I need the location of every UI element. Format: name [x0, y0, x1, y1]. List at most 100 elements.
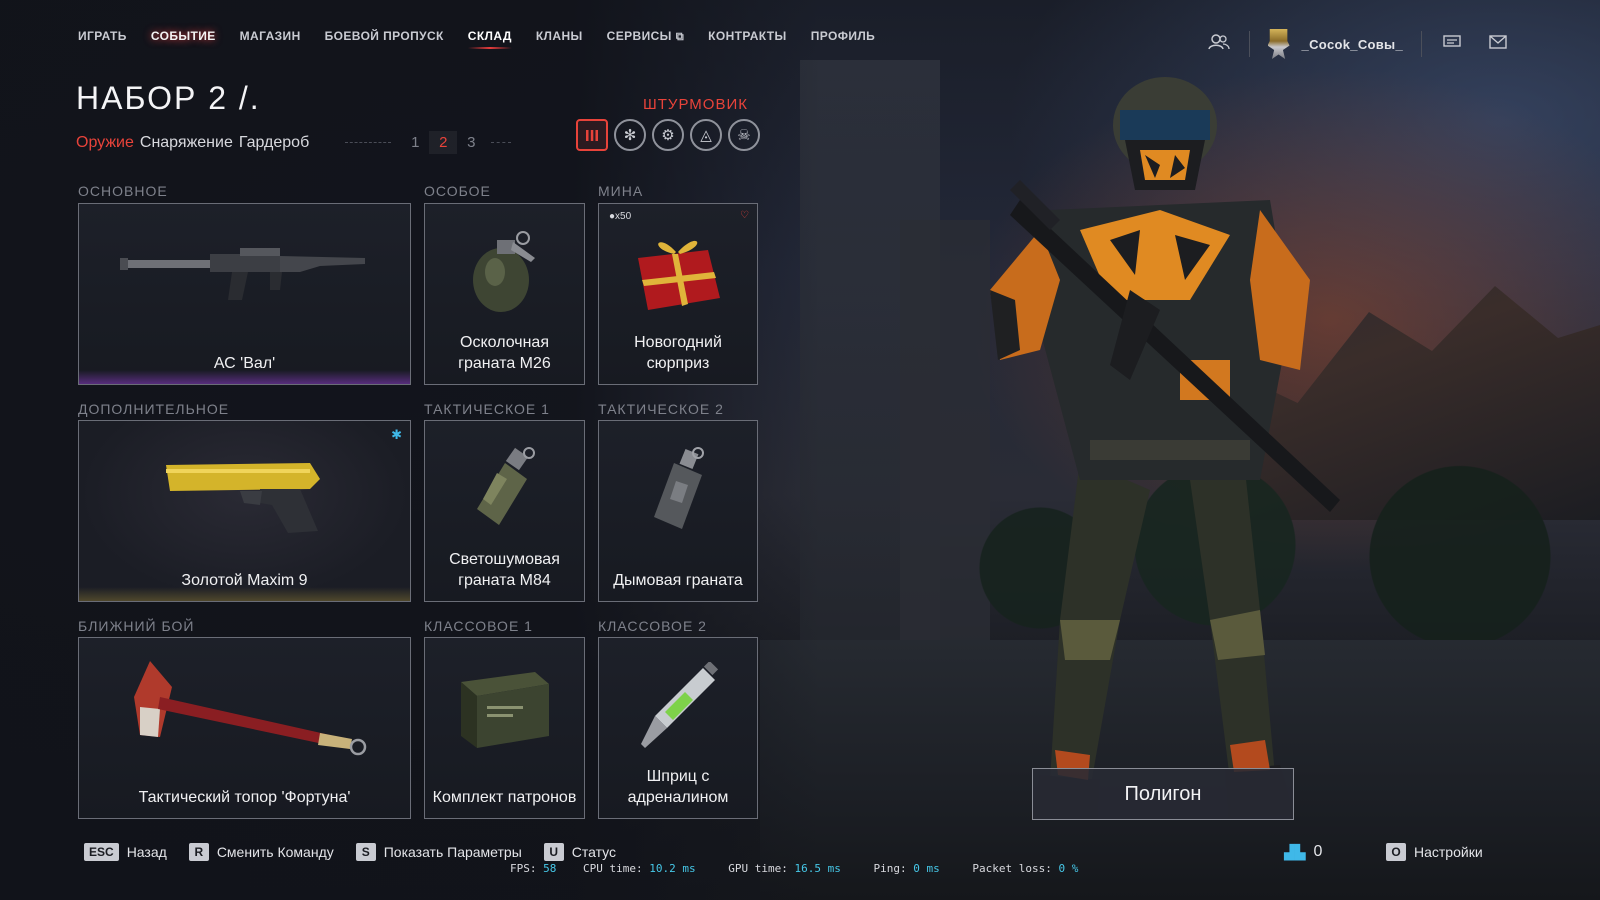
settings-label: Настройки	[1414, 844, 1483, 860]
nav-shop[interactable]: МАГАЗИН	[240, 29, 301, 43]
nav-battle-pass[interactable]: БОЕВОЙ ПРОПУСК	[325, 29, 444, 43]
gift-box-icon	[599, 218, 757, 328]
tab-weapons[interactable]: Оружие	[76, 134, 134, 152]
medic-icon[interactable]: ✻	[614, 119, 646, 151]
slot-tactical-1[interactable]: Светошумовая граната M84	[424, 420, 585, 602]
slot-class-2[interactable]: Шприц с адреналином	[598, 637, 758, 819]
loadout-title: НАБОР 2 /.	[76, 80, 261, 116]
pistol-icon	[79, 435, 410, 545]
hotkey-bar: ESC Назад R Сменить Команду S Показать П…	[84, 843, 638, 861]
hotkey-label: Статус	[571, 844, 617, 860]
flashbang-icon	[425, 435, 584, 545]
slot-item-name: Комплект патронов	[432, 789, 577, 806]
nav-contracts[interactable]: КОНТРАКТЫ	[708, 29, 787, 43]
gpu-label: GPU time:	[728, 862, 788, 875]
slot-class-1[interactable]: Комплект патронов	[424, 637, 585, 819]
cpu-readout: CPU time: 10.2 ms	[583, 862, 696, 875]
nav-clans[interactable]: КЛАНЫ	[536, 29, 583, 43]
rifle-icon	[79, 218, 410, 328]
fps-label: FPS:	[510, 862, 537, 875]
sed-icon[interactable]: ☠	[728, 119, 760, 151]
ping-value: 0	[913, 862, 920, 875]
key-cap: S	[355, 843, 376, 861]
slot-tactical-2[interactable]: Дымовая граната	[598, 420, 758, 602]
fps-value: 58	[543, 862, 557, 875]
rank-icon	[1267, 29, 1290, 59]
slot-item-name: Осколочная граната M26	[458, 334, 551, 372]
tab-equipment[interactable]: Снаряжение	[140, 134, 233, 152]
soldier-figure	[990, 77, 1340, 820]
class-selector: ✻ ⚙ ◬ ☠	[576, 119, 760, 151]
loadout-page-1[interactable]: 1	[401, 134, 429, 151]
hotkey-label: Показать Параметры	[383, 844, 522, 860]
hotkey-label: Сменить Команду	[216, 844, 334, 860]
shooting-range-button[interactable]: Полигон	[1032, 768, 1294, 820]
loss-unit: %	[1071, 862, 1079, 875]
syringe-icon	[599, 652, 757, 762]
slot-item-name: Шприц с адреналином	[627, 768, 729, 806]
slot-label-primary: ОСНОВНОЕ	[78, 183, 168, 199]
key-cap: U	[543, 843, 564, 861]
slot-label-tactical-1: ТАКТИЧЕСКОЕ 1	[424, 401, 550, 417]
gpu-unit: ms	[827, 862, 841, 875]
hotkey-label: Назад	[126, 844, 167, 860]
divider	[491, 142, 512, 143]
rifleman-icon[interactable]	[576, 119, 608, 151]
slot-item-name: Тактический топор 'Фортуна'	[138, 789, 351, 806]
ping-unit: ms	[926, 862, 940, 875]
slot-label-class-1: КЛАССОВОЕ 1	[424, 618, 533, 634]
slot-secondary[interactable]: ✱ Золотой Maxim 9	[78, 420, 411, 602]
slot-mine[interactable]: ●x50 ♡ Новогодний сюрприз	[598, 203, 758, 385]
cpu-unit: ms	[682, 862, 696, 875]
key-cap: ESC	[84, 843, 119, 861]
user-panel: _Cocok_Совы_	[1207, 28, 1510, 60]
character-model[interactable]	[960, 60, 1380, 850]
loadout-tabs: Оружие Снаряжение Гардероб 1 2 3	[76, 131, 512, 154]
hotkey-status[interactable]: U Статус	[543, 843, 617, 861]
loadout-page-3[interactable]: 3	[457, 134, 485, 151]
nav-event[interactable]: СОБЫТИЕ	[140, 23, 226, 49]
engineer-icon[interactable]: ⚙	[652, 119, 684, 151]
rarity-glow	[79, 370, 410, 384]
slot-item-name: Новогодний сюрприз	[634, 334, 722, 372]
slot-special[interactable]: Осколочная граната M26	[424, 203, 585, 385]
hotkey-show-stats[interactable]: S Показать Параметры	[355, 843, 522, 861]
gpu-value: 16.5	[794, 862, 821, 875]
mail-icon[interactable]	[1486, 34, 1510, 54]
username[interactable]: _Cocok_Совы_	[1302, 37, 1403, 52]
cpu-label: CPU time:	[583, 862, 643, 875]
tab-wardrobe[interactable]: Гардероб	[239, 134, 309, 152]
ping-readout: Ping: 0 ms	[873, 862, 939, 875]
online-count: 0	[1313, 843, 1323, 860]
main-nav: ИГРАТЬ СОБЫТИЕ МАГАЗИН БОЕВОЙ ПРОПУСК СК…	[78, 23, 899, 49]
nav-services-label: СЕРВИСЫ	[606, 28, 672, 43]
gpu-readout: GPU time: 16.5 ms	[728, 862, 841, 875]
online-counter[interactable]: ▟▙ 0	[1284, 843, 1322, 861]
online-players-icon: ▟▙	[1284, 843, 1306, 860]
hotkey-settings[interactable]: O Настройки	[1386, 843, 1483, 861]
nav-inventory[interactable]: СКЛАД	[467, 29, 512, 49]
slot-label-melee: БЛИЖНИЙ БОЙ	[78, 618, 195, 634]
slot-label-tactical-2: ТАКТИЧЕСКОЕ 2	[598, 401, 724, 417]
cpu-value: 10.2	[649, 862, 676, 875]
loadout-page-2[interactable]: 2	[429, 131, 458, 154]
slot-label-mine: МИНА	[598, 183, 644, 199]
nav-play[interactable]: ИГРАТЬ	[78, 29, 127, 43]
ping-label: Ping:	[873, 862, 907, 875]
nav-services[interactable]: СЕРВИСЫ ⧉	[607, 29, 684, 44]
chat-icon[interactable]	[1440, 34, 1464, 54]
slot-label-special: ОСОБОЕ	[424, 183, 491, 199]
loss-label: Packet loss:	[972, 862, 1052, 875]
ammo-box-icon	[425, 652, 584, 762]
divider	[345, 142, 392, 143]
packet-loss-readout: Packet loss: 0 %	[972, 862, 1078, 875]
smoke-grenade-icon	[599, 435, 757, 545]
fps-readout: FPS: 58	[510, 862, 556, 875]
friends-icon[interactable]	[1207, 33, 1231, 55]
slot-primary[interactable]: АС 'Вал'	[78, 203, 411, 385]
nav-profile[interactable]: ПРОФИЛЬ	[811, 29, 876, 43]
hotkey-change-team[interactable]: R Сменить Команду	[188, 843, 334, 861]
slot-melee[interactable]: Тактический топор 'Фортуна'	[78, 637, 411, 819]
hotkey-back[interactable]: ESC Назад	[84, 843, 167, 861]
sniper-icon[interactable]: ◬	[690, 119, 722, 151]
